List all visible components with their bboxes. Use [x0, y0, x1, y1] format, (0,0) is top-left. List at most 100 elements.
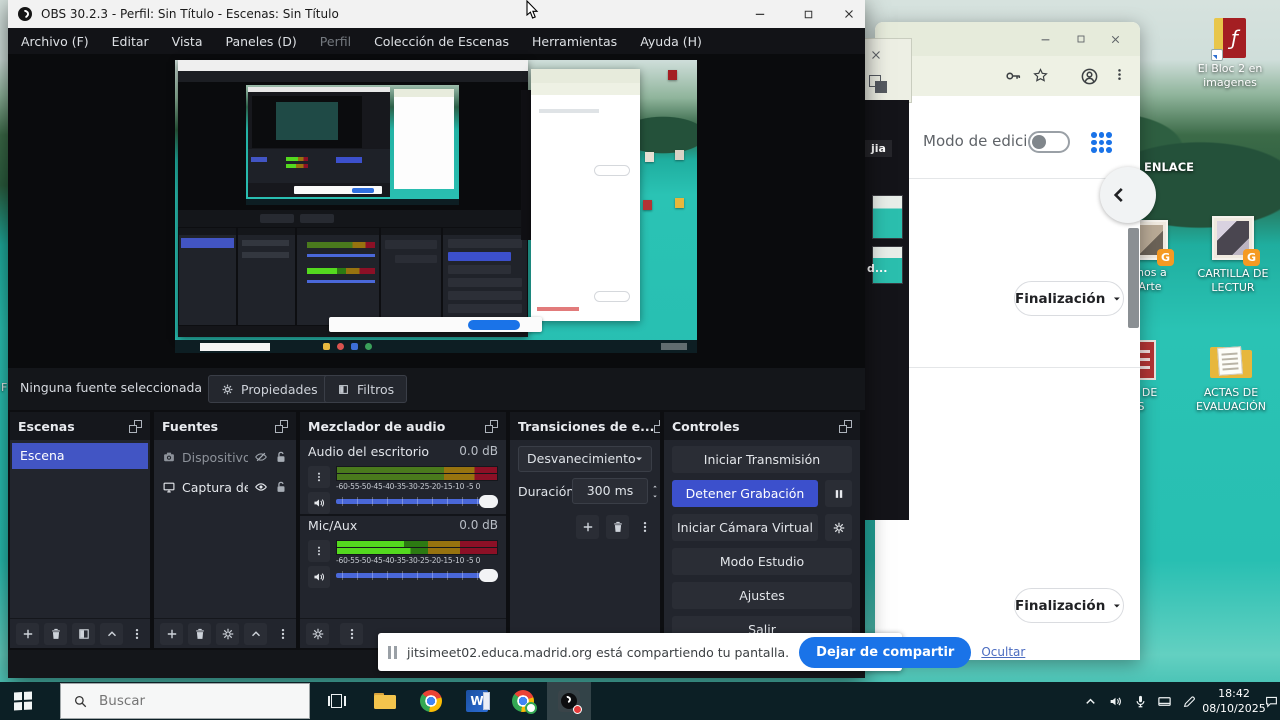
stop-sharing-button[interactable]: Dejar de compartir	[799, 637, 971, 668]
pause-recording-button[interactable]	[825, 480, 852, 507]
close-icon[interactable]	[869, 47, 883, 61]
remove-transition-button[interactable]	[606, 515, 629, 539]
finalization-dropdown-top[interactable]: Finalización	[1014, 281, 1124, 316]
tray-display-icon[interactable]	[1152, 682, 1176, 720]
translate-icon[interactable]	[869, 75, 887, 93]
menu-perfil[interactable]: Perfil	[320, 34, 351, 49]
browser-menu-icon[interactable]	[1112, 67, 1126, 85]
popout-icon[interactable]	[275, 420, 288, 433]
finalization-dropdown-bottom[interactable]: Finalización	[1014, 588, 1124, 623]
password-key-icon[interactable]	[1004, 67, 1022, 85]
obs-preview-canvas[interactable]	[8, 54, 865, 368]
source-row-capture[interactable]: Captura de	[154, 474, 296, 500]
desktop-icon-cartilla[interactable]: G CARTILLA DE LECTUR	[1212, 216, 1276, 295]
taskbar-clock[interactable]: 18:42 08/10/2025	[1202, 686, 1266, 716]
source-properties-button[interactable]	[216, 623, 239, 645]
tray-volume-icon[interactable]	[1103, 682, 1127, 720]
eye-off-icon[interactable]	[254, 450, 268, 464]
tray-chevron-icon[interactable]	[1078, 682, 1102, 720]
start-virtual-camera-button[interactable]: Iniciar Cámara Virtual	[672, 514, 818, 541]
scene-list-item-selected[interactable]: Escena	[12, 443, 148, 469]
mixer-panel-header[interactable]: Mezclador de audio	[300, 412, 506, 440]
browser-maximize-button[interactable]	[1068, 30, 1094, 48]
mute-speaker-button[interactable]	[308, 566, 330, 588]
scene-filters-button[interactable]	[72, 623, 95, 645]
task-view-button[interactable]	[315, 682, 359, 720]
search-input[interactable]	[97, 692, 267, 710]
pause-bars-icon[interactable]	[388, 646, 397, 659]
mixer-menu-button[interactable]	[340, 623, 363, 645]
obs-titlebar[interactable]: OBS 30.2.3 - Perfil: Sin Título - Escena…	[8, 0, 865, 28]
tray-microphone-icon[interactable]	[1128, 682, 1152, 720]
sources-panel-header[interactable]: Fuentes	[154, 412, 296, 440]
obs-minimize-button[interactable]	[743, 0, 777, 28]
popout-icon[interactable]	[839, 420, 852, 433]
profile-avatar-icon[interactable]	[1080, 67, 1098, 85]
lock-icon[interactable]	[274, 480, 288, 494]
studio-mode-button[interactable]: Modo Estudio	[672, 548, 852, 575]
stop-recording-button[interactable]: Detener Grabación	[672, 480, 818, 507]
menu-editar[interactable]: Editar	[112, 34, 149, 49]
edit-mode-toggle[interactable]	[1028, 131, 1070, 153]
channel-menu-button[interactable]	[308, 540, 330, 562]
channel-menu-button[interactable]	[308, 466, 330, 488]
mute-speaker-button[interactable]	[308, 492, 330, 514]
transition-select[interactable]: Desvanecimiento	[518, 446, 652, 472]
properties-button[interactable]: Propiedades	[208, 375, 331, 403]
start-button[interactable]	[0, 682, 46, 720]
obs-maximize-button[interactable]	[791, 0, 825, 28]
scrollbar[interactable]	[1128, 228, 1139, 328]
menu-herramientas[interactable]: Herramientas	[532, 34, 617, 49]
desktop-icon-genially[interactable]: G mos a Arte	[1134, 220, 1180, 294]
eye-icon[interactable]	[254, 480, 268, 494]
browser-minimize-button[interactable]	[1032, 30, 1058, 48]
desktop-icon-flash[interactable]: ƒ El Bloc 2 en imagenes	[1188, 18, 1272, 90]
menu-archivo[interactable]: Archivo (F)	[21, 34, 89, 49]
virtual-camera-settings-button[interactable]	[825, 514, 852, 541]
scenes-menu-button[interactable]	[130, 623, 144, 645]
apps-grid-icon[interactable]	[1091, 132, 1112, 153]
word-button[interactable]: W	[455, 682, 499, 720]
menu-paneles[interactable]: Paneles (D)	[226, 34, 297, 49]
duration-stepper[interactable]	[650, 478, 664, 504]
taskbar-search-box[interactable]	[60, 683, 310, 719]
move-source-up-button[interactable]	[244, 623, 267, 645]
source-row-device[interactable]: Dispositivo	[154, 444, 296, 470]
lock-icon[interactable]	[274, 450, 288, 464]
sidebar-collapse-tab[interactable]	[1100, 167, 1156, 223]
add-scene-button[interactable]	[16, 623, 39, 645]
popout-icon[interactable]	[485, 420, 498, 433]
desktop-icon-actas[interactable]: ACTAS DE EVALUACIÓN	[1210, 344, 1277, 414]
hide-link[interactable]: Ocultar	[981, 645, 1025, 659]
menu-ayuda[interactable]: Ayuda (H)	[640, 34, 702, 49]
video-thumbnail[interactable]	[872, 195, 903, 239]
obs-close-button[interactable]	[832, 0, 866, 28]
obs-taskbar-button[interactable]	[547, 682, 591, 720]
filters-button[interactable]: Filtros	[324, 375, 407, 403]
add-transition-button[interactable]	[576, 515, 599, 539]
popout-icon[interactable]	[129, 420, 142, 433]
transitions-panel-header[interactable]: Transiciones de e...	[510, 412, 660, 440]
add-source-button[interactable]	[160, 623, 183, 645]
move-scene-up-button[interactable]	[100, 623, 123, 645]
tray-pen-icon[interactable]	[1177, 682, 1201, 720]
chrome-sharing-button[interactable]	[501, 682, 545, 720]
settings-button[interactable]: Ajustes	[672, 582, 852, 609]
popout-icon[interactable]	[654, 420, 660, 433]
volume-slider[interactable]	[336, 568, 498, 582]
chrome-button[interactable]	[409, 682, 453, 720]
sources-menu-button[interactable]	[276, 623, 290, 645]
menu-vista[interactable]: Vista	[172, 34, 203, 49]
volume-slider[interactable]	[336, 494, 498, 508]
browser-close-button[interactable]	[1102, 30, 1128, 48]
transitions-menu-button[interactable]	[638, 515, 652, 539]
advanced-audio-button[interactable]	[306, 623, 329, 645]
bookmark-star-icon[interactable]	[1032, 67, 1050, 85]
scenes-panel-header[interactable]: Escenas	[10, 412, 150, 440]
action-center-icon[interactable]	[1262, 682, 1280, 720]
menu-coleccion[interactable]: Colección de Escenas	[374, 34, 509, 49]
controls-panel-header[interactable]: Controles	[664, 412, 860, 440]
remove-source-button[interactable]	[188, 623, 211, 645]
remove-scene-button[interactable]	[44, 623, 67, 645]
file-explorer-button[interactable]	[363, 682, 407, 720]
